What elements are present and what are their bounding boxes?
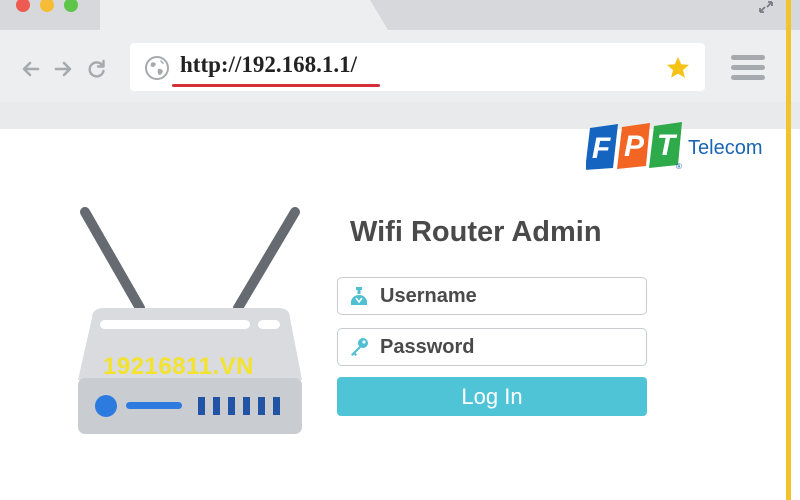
router-antenna-right — [233, 207, 300, 313]
router-illustration — [78, 207, 302, 434]
login-button[interactable]: Log In — [337, 377, 647, 416]
logo-letter-f: F — [592, 132, 611, 165]
key-icon — [351, 338, 368, 356]
watermark-text: 19216811.VN — [103, 353, 254, 380]
window-maximize-button[interactable] — [64, 0, 78, 12]
resize-arrows-icon[interactable] — [758, 0, 774, 14]
router-top-slot-small — [258, 320, 280, 329]
router-antenna-left — [80, 207, 145, 313]
arrow-left-icon[interactable] — [20, 58, 42, 80]
router-power-led — [95, 395, 117, 417]
url-text[interactable]: http://192.168.1.1/ — [180, 52, 357, 82]
logo-letter-p: P — [624, 130, 645, 163]
window-minimize-button[interactable] — [40, 0, 54, 12]
password-placeholder: Password — [380, 336, 475, 358]
router-top-slot — [100, 320, 250, 329]
fpt-logo: F P T ® — [586, 122, 682, 171]
username-placeholder: Username — [380, 285, 477, 307]
brand-name: Telecom — [688, 137, 763, 159]
user-icon — [351, 287, 367, 305]
url-highlight-underline — [172, 84, 380, 87]
registered-mark: ® — [676, 162, 682, 171]
reload-icon[interactable] — [86, 58, 108, 80]
arrow-right-icon[interactable] — [52, 58, 74, 80]
hamburger-menu-icon[interactable] — [731, 55, 765, 83]
page-edge-accent — [786, 0, 791, 500]
router-status-bar — [126, 402, 182, 409]
star-icon[interactable] — [665, 55, 691, 81]
password-field[interactable]: Password — [337, 328, 647, 366]
window-close-button[interactable] — [16, 0, 30, 12]
browser-tab[interactable] — [100, 0, 388, 30]
username-field[interactable]: Username — [337, 277, 647, 315]
logo-letter-t: T — [657, 129, 678, 162]
globe-icon — [145, 56, 169, 80]
browser-titlebar — [0, 0, 800, 30]
page-title: Wifi Router Admin — [350, 216, 602, 248]
